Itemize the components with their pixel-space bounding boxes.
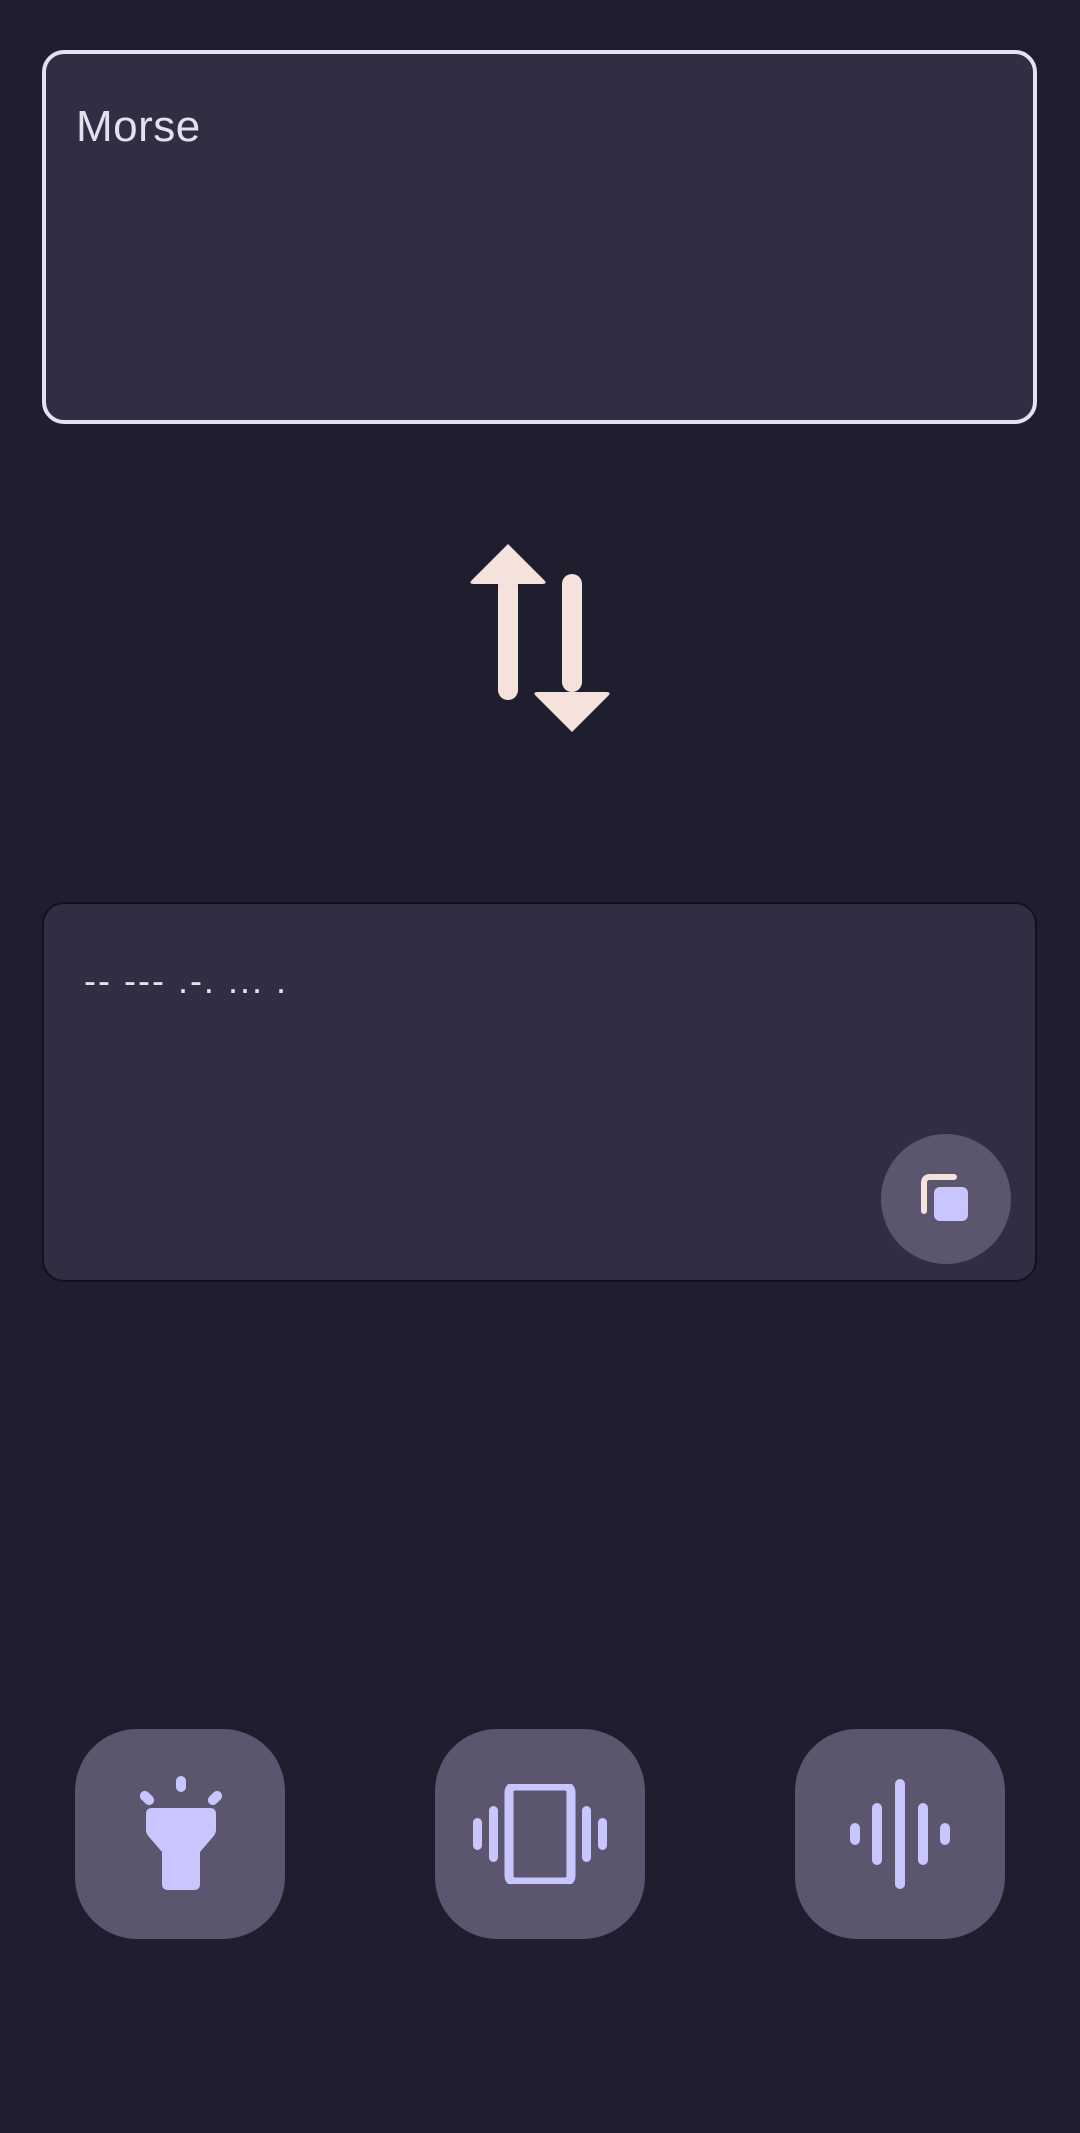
copy-icon: [921, 1174, 968, 1221]
text-input-field[interactable]: Morse: [42, 50, 1037, 424]
sound-button[interactable]: [795, 1729, 1005, 1939]
vibrate-icon: [473, 1784, 607, 1884]
morse-output-text: -- --- .-. ... .: [84, 960, 288, 1001]
copy-button[interactable]: [881, 1134, 1011, 1264]
morse-output-card: -- --- .-. ... .: [42, 902, 1037, 1282]
morse-translator-screen: Morse -- --- .-. ... .: [0, 0, 1080, 2133]
vibrate-button[interactable]: [435, 1729, 645, 1939]
input-text: Morse: [76, 102, 201, 151]
flashlight-icon: [139, 1776, 223, 1890]
swap-vert-icon: [470, 544, 610, 732]
flashlight-button[interactable]: [75, 1729, 285, 1939]
swap-direction-button[interactable]: [460, 536, 620, 740]
sound-wave-icon: [850, 1779, 950, 1889]
